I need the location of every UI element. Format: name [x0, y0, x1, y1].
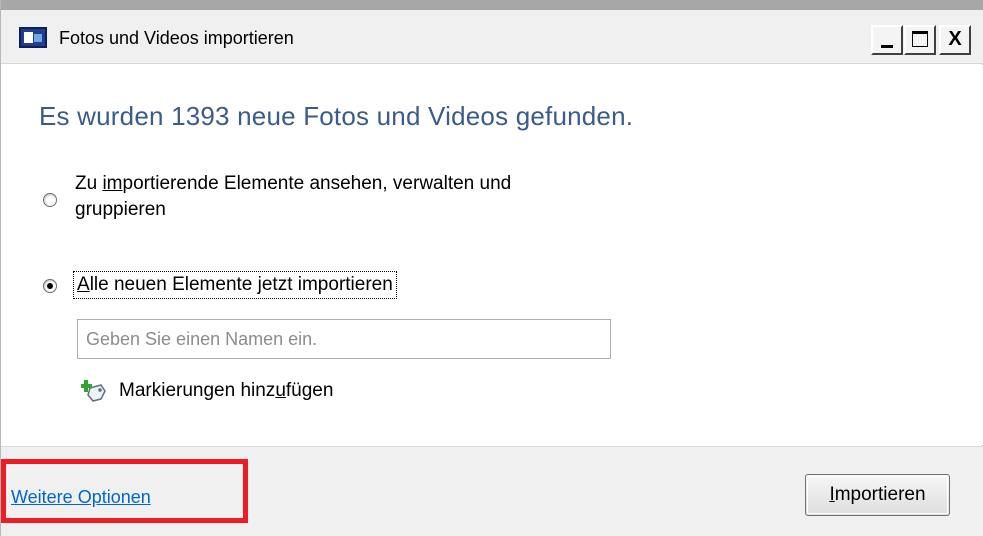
maximize-icon [912, 31, 928, 47]
review-items-label[interactable]: Zu importierende Elemente ansehen, verwa… [75, 171, 635, 223]
import-all-radio[interactable] [43, 279, 57, 293]
close-icon: X [948, 28, 962, 50]
tag-add-icon [81, 380, 106, 402]
minimize-button[interactable] [871, 25, 903, 55]
import-all-label[interactable]: Alle neuen Elemente jetzt importieren [73, 271, 397, 299]
maximize-button[interactable] [904, 25, 936, 55]
desktop-strip [1, 0, 983, 10]
found-items-headline: Es wurden 1393 neue Fotos und Videos gef… [39, 101, 634, 131]
title-bar[interactable]: Fotos und Videos importieren X [1, 10, 983, 64]
dialog-content: Es wurden 1393 neue Fotos und Videos gef… [1, 65, 983, 445]
window-title: Fotos und Videos importieren [59, 28, 294, 48]
dialog-footer: Weitere Optionen Importieren [1, 446, 983, 536]
close-button[interactable]: X [939, 25, 971, 55]
more-options-link[interactable]: Weitere Optionen [11, 487, 151, 508]
minimize-icon [881, 45, 893, 48]
name-input[interactable] [77, 319, 611, 359]
import-dialog: Fotos und Videos importieren X Es wurden… [0, 0, 983, 536]
import-button[interactable]: Importieren [805, 474, 950, 516]
add-tags-link[interactable]: Markierungen hinzufügen [119, 380, 333, 402]
photo-import-app-icon [19, 27, 47, 48]
review-items-radio[interactable] [43, 193, 57, 207]
